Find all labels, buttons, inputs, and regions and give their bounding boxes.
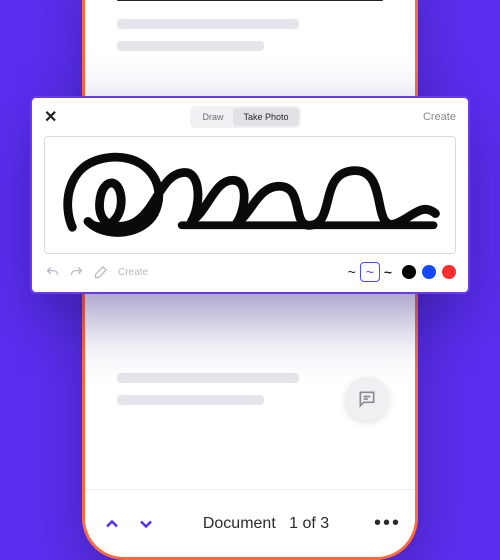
redo-icon[interactable] bbox=[68, 264, 84, 280]
color-black[interactable] bbox=[402, 265, 416, 279]
prev-page-button[interactable] bbox=[99, 511, 125, 537]
close-icon[interactable]: ✕ bbox=[44, 107, 68, 127]
doc-label: Document bbox=[203, 515, 276, 532]
create-button-bottom[interactable]: Create bbox=[118, 267, 148, 278]
undo-icon[interactable] bbox=[44, 264, 60, 280]
signature-panel: ✕ Draw Take Photo Create Create bbox=[30, 96, 470, 294]
create-button-top[interactable]: Create bbox=[423, 111, 456, 123]
signature-stroke bbox=[45, 137, 455, 253]
stroke-medium-icon[interactable]: ~ bbox=[360, 262, 380, 282]
stroke-thin-icon[interactable]: ~ bbox=[348, 264, 356, 280]
document-rule bbox=[117, 0, 383, 1]
page-indicator: 1 of 3 bbox=[289, 515, 329, 532]
signature-mode-tabs: Draw Take Photo bbox=[190, 106, 300, 128]
stroke-thick-icon[interactable]: ~ bbox=[384, 264, 392, 280]
more-menu-button[interactable]: ••• bbox=[373, 512, 401, 535]
document-footer: Document 1 of 3 ••• bbox=[85, 489, 415, 557]
document-text-line bbox=[117, 41, 264, 51]
document-pager-label: Document 1 of 3 bbox=[167, 515, 365, 533]
stroke-width-selector: ~ ~ ~ bbox=[348, 262, 392, 282]
color-picker bbox=[402, 265, 456, 279]
color-red[interactable] bbox=[442, 265, 456, 279]
document-text-line bbox=[117, 19, 299, 29]
signature-canvas[interactable] bbox=[44, 136, 456, 254]
eraser-icon[interactable] bbox=[92, 264, 108, 280]
comment-button[interactable] bbox=[345, 377, 389, 421]
document-text-line bbox=[117, 373, 299, 383]
next-page-button[interactable] bbox=[133, 511, 159, 537]
color-blue[interactable] bbox=[422, 265, 436, 279]
tab-take-photo[interactable]: Take Photo bbox=[233, 108, 298, 126]
signature-tools-left: Create bbox=[44, 264, 148, 280]
tab-draw[interactable]: Draw bbox=[192, 108, 233, 126]
document-text-line bbox=[117, 395, 264, 405]
